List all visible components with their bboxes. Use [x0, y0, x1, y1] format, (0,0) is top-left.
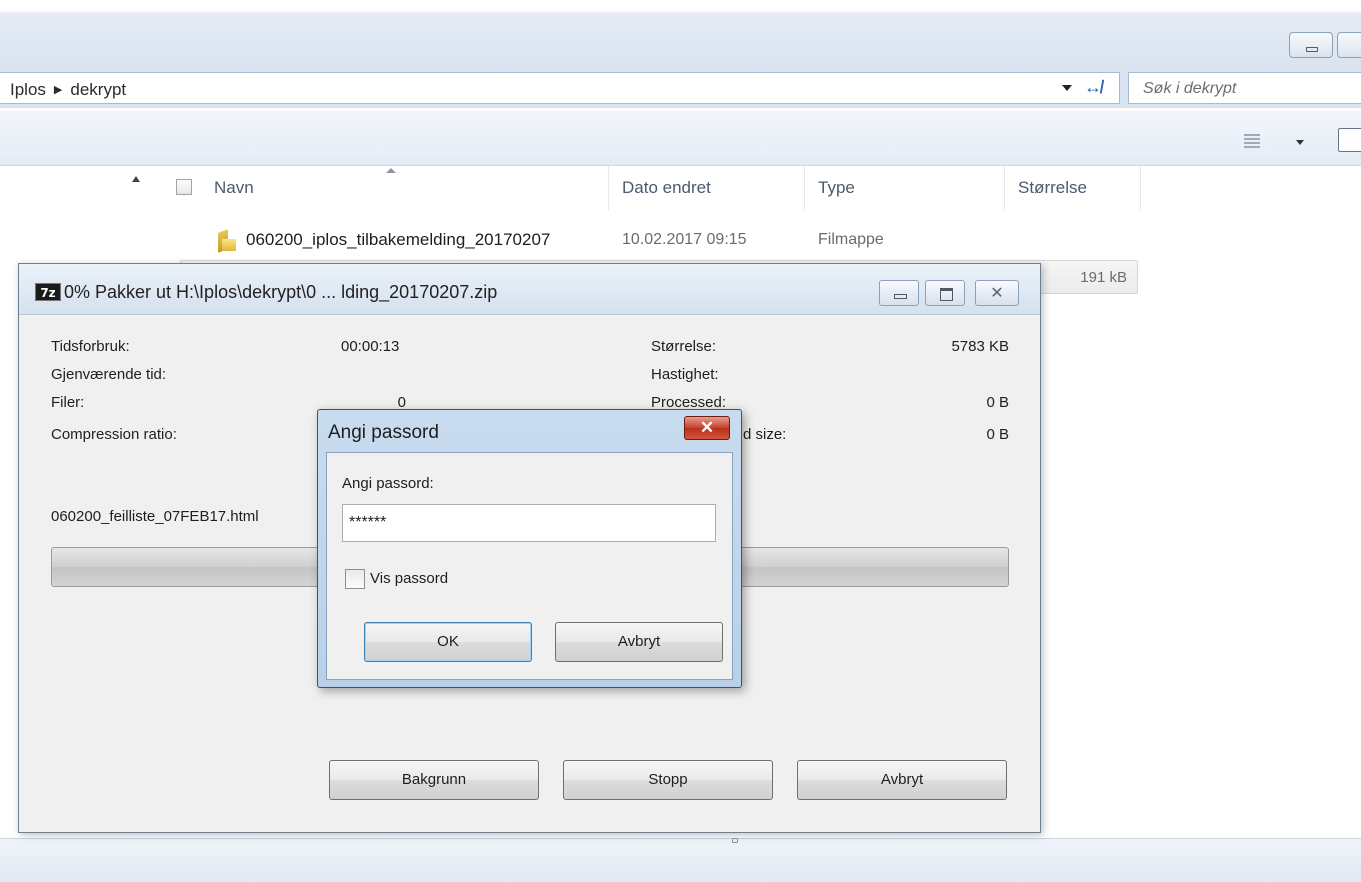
file-name: 060200_iplos_tilbakemelding_20170207 — [246, 230, 551, 249]
speed-label: Hastighet: — [651, 366, 719, 383]
show-password-label[interactable]: Vis passord — [370, 570, 448, 587]
close-icon: ✕ — [990, 285, 1004, 302]
column-divider[interactable] — [1140, 166, 1141, 210]
password-dialog: Angi passord ✕ Angi passord: Vis passord… — [317, 409, 742, 688]
password-dialog-body: Angi passord: Vis passord OK Avbryt — [326, 452, 733, 680]
compression-ratio-label: Compression ratio: — [51, 426, 177, 443]
view-details-icon[interactable] — [1244, 134, 1260, 148]
breadcrumb: Iplos ▶ dekrypt — [10, 80, 126, 100]
address-history-dropdown-icon[interactable] — [1062, 85, 1072, 91]
password-dialog-close-button[interactable]: ✕ — [684, 416, 730, 440]
stop-button[interactable]: Stopp — [563, 760, 773, 800]
column-header-type[interactable]: Type — [818, 178, 855, 198]
background-button[interactable]: Bakgrunn — [329, 760, 539, 800]
refresh-icon[interactable]: ↮ — [1084, 77, 1102, 98]
explorer-status-bar — [0, 838, 1361, 882]
explorer-minimize-button[interactable] — [1289, 32, 1333, 58]
nav-scroll-up-icon[interactable] — [132, 176, 140, 182]
minimize-button[interactable] — [879, 280, 919, 306]
splitter-grip-icon[interactable] — [732, 838, 738, 843]
ok-button[interactable]: OK — [364, 622, 532, 662]
file-size: 191 kB — [1080, 269, 1127, 286]
address-bar[interactable]: Iplos ▶ dekrypt ↮ — [0, 72, 1120, 104]
breadcrumb-item-dekrypt[interactable]: dekrypt — [70, 80, 126, 99]
processed-value: 0 B — [986, 394, 1009, 411]
column-header-name[interactable]: Navn — [214, 178, 254, 198]
cancel-button[interactable]: Avbryt — [797, 760, 1007, 800]
folder-icon — [218, 229, 236, 253]
explorer-command-bar — [0, 110, 1361, 166]
explorer-maximize-button[interactable] — [1337, 32, 1361, 58]
select-all-checkbox[interactable] — [176, 179, 192, 195]
elapsed-time-label: Tidsforbruk: — [51, 338, 130, 355]
column-header-date[interactable]: Dato endret — [622, 178, 711, 198]
password-cancel-button[interactable]: Avbryt — [555, 622, 723, 662]
file-type: Filmappe — [818, 231, 884, 248]
column-divider[interactable] — [1004, 166, 1005, 210]
search-input[interactable]: Søk i dekrypt — [1128, 72, 1361, 104]
maximize-button[interactable] — [925, 280, 965, 306]
show-password-checkbox[interactable] — [345, 569, 365, 589]
search-placeholder: Søk i dekrypt — [1143, 80, 1237, 97]
password-input[interactable] — [342, 504, 716, 542]
column-header-size[interactable]: Størrelse — [1018, 178, 1087, 198]
column-divider[interactable] — [804, 166, 805, 210]
packed-size-label: d size: — [743, 426, 787, 443]
close-icon: ✕ — [699, 418, 715, 437]
sort-ascending-icon — [386, 168, 396, 173]
desktop-screen: Iplos ▶ dekrypt ↮ Søk i dekrypt Navn Dato … — [0, 0, 1361, 882]
explorer-titlebar — [0, 0, 1361, 70]
size-value: 5783 KB — [951, 338, 1009, 355]
file-row-folder[interactable]: 060200_iplos_tilbakemelding_20170207 10.… — [176, 222, 1136, 258]
preview-pane-button[interactable] — [1338, 128, 1361, 152]
close-button[interactable]: ✕ — [975, 280, 1019, 306]
packed-size-value: 0 B — [986, 426, 1009, 443]
extract-dialog-titlebar[interactable]: 7z 0% Pakker ut H:\Iplos\dekrypt\0 ... l… — [19, 264, 1040, 315]
breadcrumb-item-iplos[interactable]: Iplos — [10, 80, 46, 99]
password-prompt-label: Angi passord: — [342, 475, 434, 492]
column-divider[interactable] — [608, 166, 609, 210]
file-date: 10.02.2017 09:15 — [622, 231, 747, 248]
size-label: Størrelse: — [651, 338, 717, 355]
elapsed-time-value: 00:00:13 — [341, 338, 400, 355]
breadcrumb-arrow-icon[interactable]: ▶ — [54, 84, 62, 96]
view-options-dropdown-icon[interactable] — [1296, 140, 1304, 145]
extract-dialog-title: 0% Pakker ut H:\Iplos\dekrypt\0 ... ldin… — [64, 282, 498, 302]
7zip-logo-icon: 7z — [35, 283, 61, 301]
current-file-name: 060200_feilliste_07FEB17.html — [51, 508, 259, 525]
explorer-address-row: Iplos ▶ dekrypt ↮ Søk i dekrypt — [0, 70, 1361, 108]
remaining-time-label: Gjenværende tid: — [51, 366, 167, 383]
files-label: Filer: — [51, 394, 85, 411]
password-dialog-title: Angi passord — [328, 422, 439, 443]
file-list-header: Navn Dato endret Type Størrelse — [176, 166, 1156, 212]
